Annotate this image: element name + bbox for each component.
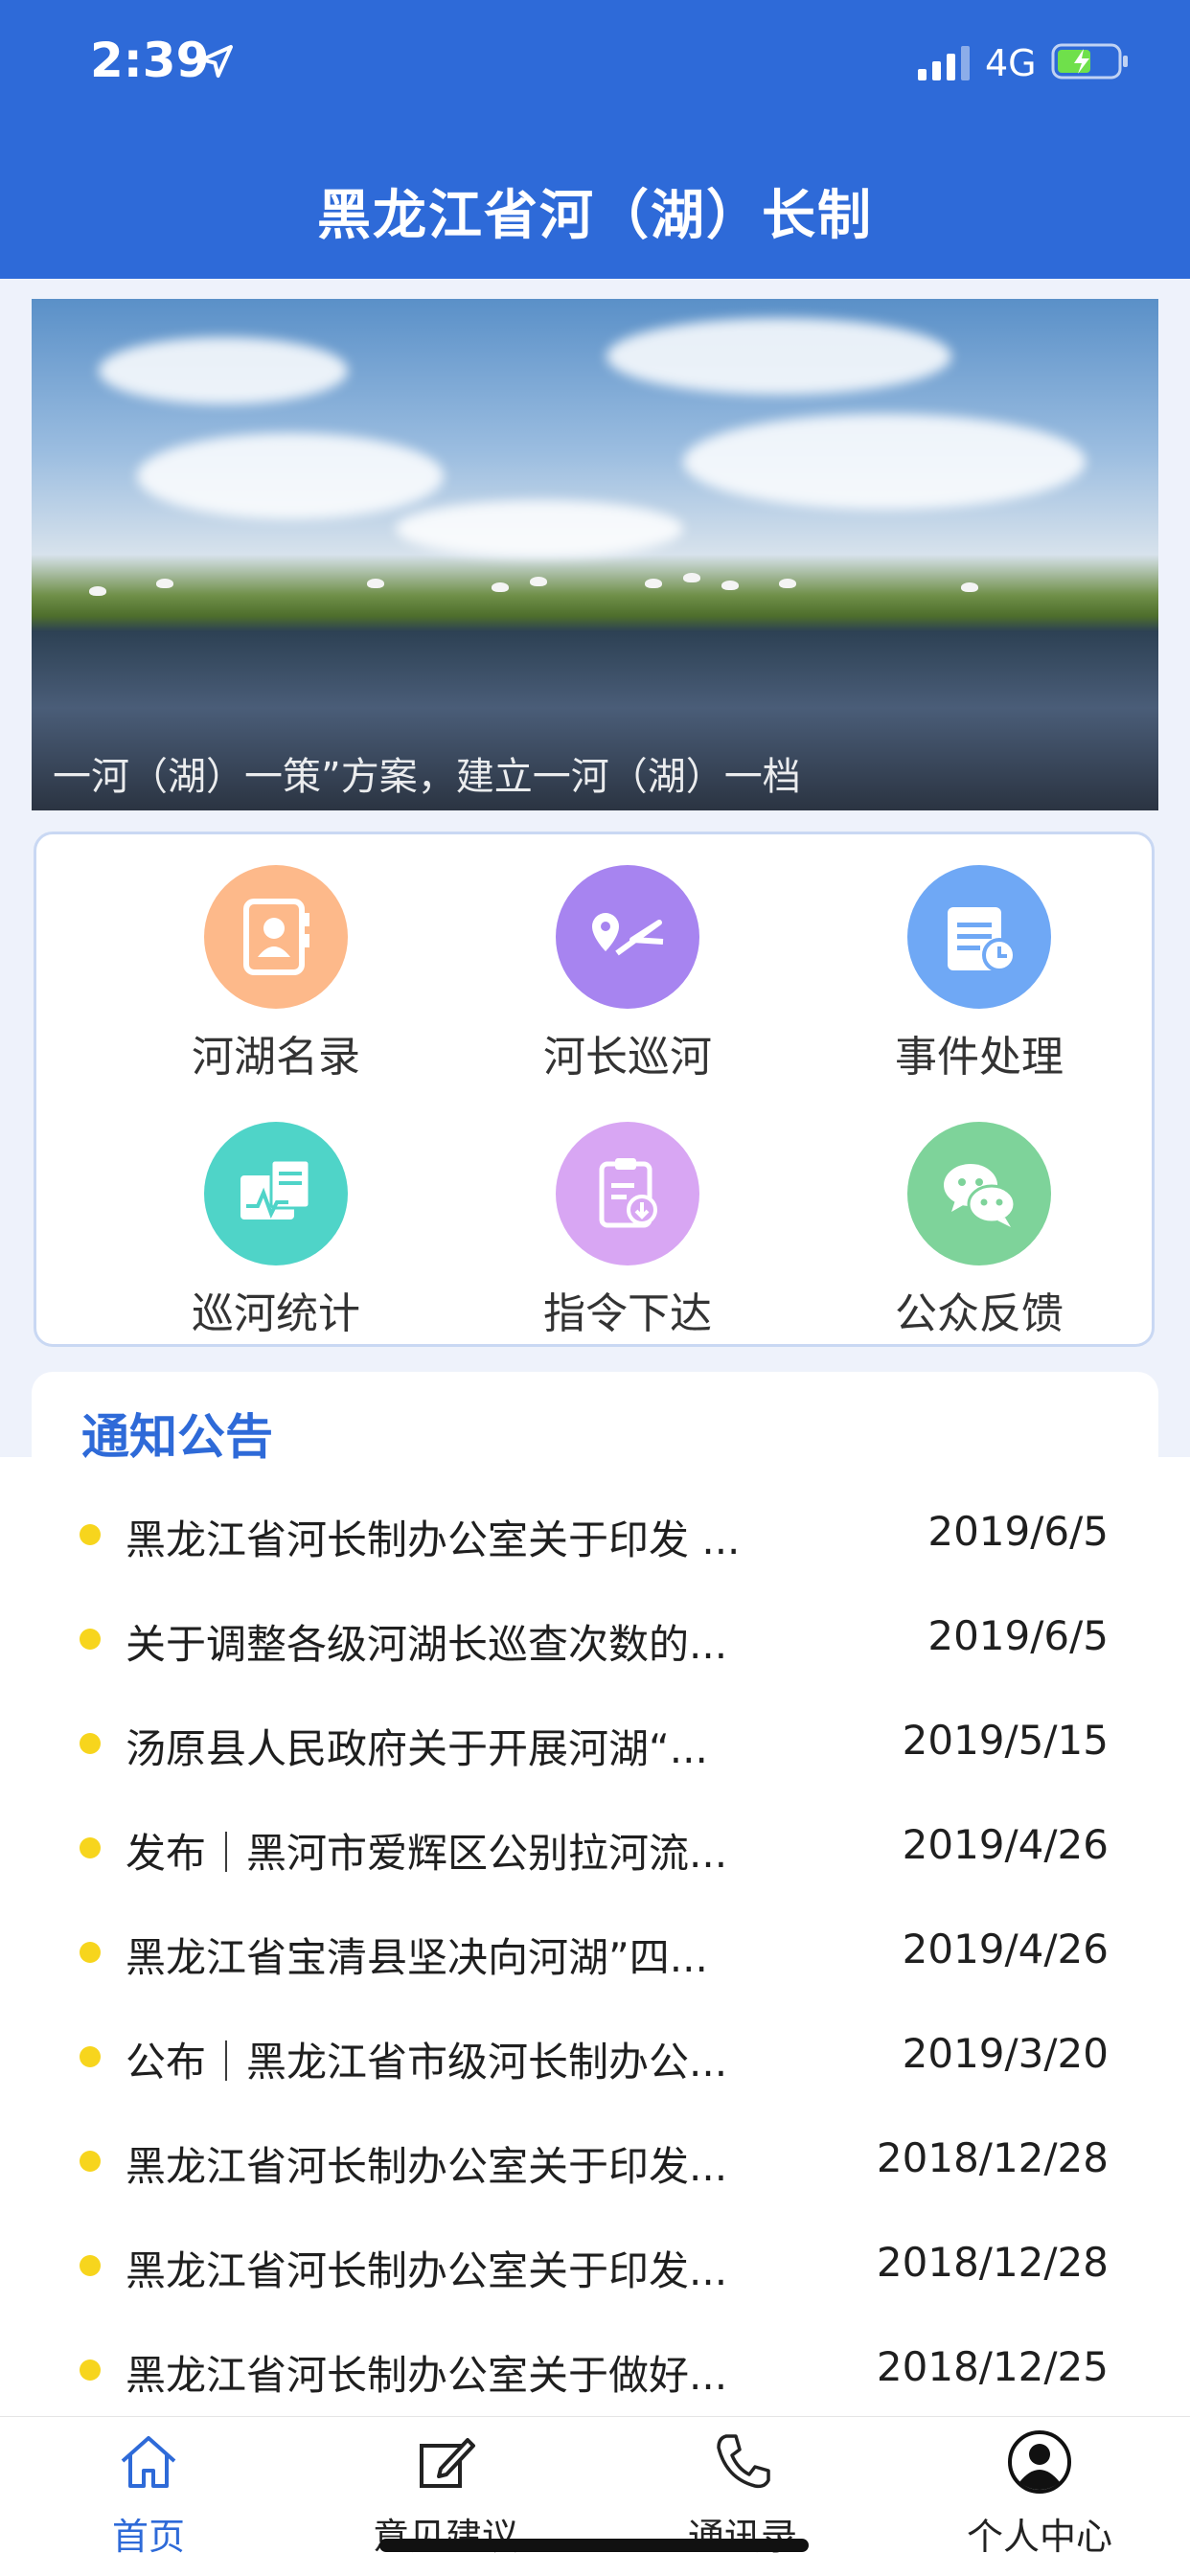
crane <box>367 579 384 588</box>
cloud <box>137 433 444 519</box>
crane <box>156 579 173 588</box>
phone-icon <box>717 2434 770 2489</box>
notice-date: 2019/5/15 <box>902 1717 1109 1764</box>
crane <box>721 581 739 590</box>
notice-text: 公布｜黑龙江省市级河长制办公... <box>126 2039 728 2086</box>
notice-text: 发布｜黑河市爱辉区公别拉河流... <box>126 1830 728 1877</box>
route-icon <box>556 865 699 1009</box>
notice-panel: 通知公告 黑龙江省河长制办公室关于印发 ... 2019/6/5 关于调整各级河… <box>32 1372 1158 2426</box>
menu-public-feedback[interactable]: 公众反馈 <box>835 1122 1123 1338</box>
wechat-icon <box>907 1122 1051 1265</box>
tab-profile[interactable]: 个人中心 <box>891 2428 1188 2560</box>
menu-patrol-statistics[interactable]: 巡河统计 <box>132 1122 420 1338</box>
app-header: 2:39 4G 黑龙江省河（湖）长制 <box>0 0 1190 279</box>
crane <box>645 579 662 588</box>
notice-text: 汤原县人民政府关于开展河湖“... <box>126 1725 708 1772</box>
notice-item[interactable]: 黑龙江省河长制办公室关于印发... 2018/12/28 <box>32 2117 1158 2203</box>
notice-text: 黑龙江省宝清县坚决向河湖”四... <box>126 1934 708 1981</box>
bullet-dot <box>80 1524 101 1545</box>
tab-label: 个人中心 <box>966 2516 1112 2558</box>
notice-item[interactable]: 黑龙江省河长制办公室关于做好... 2018/12/25 <box>32 2326 1158 2412</box>
cloud <box>683 414 1086 510</box>
notice-text: 黑龙江省河长制办公室关于做好... <box>126 2352 728 2399</box>
notice-item[interactable]: 黑龙江省河长制办公室关于印发... 2018/12/28 <box>32 2222 1158 2308</box>
bullet-dot <box>80 2255 101 2276</box>
menu-label: 河湖名录 <box>192 1033 360 1082</box>
bullet-dot <box>80 1733 101 1754</box>
notice-date: 2019/6/5 <box>927 1508 1109 1555</box>
banner-carousel[interactable]: 一河（湖）一策”方案，建立一河（湖）一档 <box>32 299 1158 810</box>
battery-icon <box>1051 43 1128 80</box>
menu-instruction-issue[interactable]: 指令下达 <box>484 1122 771 1338</box>
bullet-dot <box>80 1629 101 1650</box>
crane <box>530 577 547 586</box>
notice-item[interactable]: 发布｜黑河市爱辉区公别拉河流... 2019/4/26 <box>32 1804 1158 1890</box>
notice-date: 2018/12/25 <box>876 2343 1109 2390</box>
cloud <box>99 337 348 404</box>
notice-date: 2019/4/26 <box>902 1926 1109 1972</box>
notice-item[interactable]: 汤原县人民政府关于开展河湖“... 2019/5/15 <box>32 1699 1158 1786</box>
contacts-icon <box>204 865 348 1009</box>
notice-title: 通知公告 <box>81 1409 273 1465</box>
notice-text: 黑龙江省河长制办公室关于印发... <box>126 2143 728 2190</box>
bullet-dot <box>80 1942 101 1963</box>
instruction-icon <box>556 1122 699 1265</box>
notice-item[interactable]: 黑龙江省宝清县坚决向河湖”四... 2019/4/26 <box>32 1908 1158 1995</box>
notice-date: 2018/12/28 <box>876 2134 1109 2181</box>
cloud <box>396 500 683 558</box>
notice-text: 黑龙江省河长制办公室关于印发... <box>126 2247 728 2294</box>
crane <box>779 579 796 588</box>
tab-label: 首页 <box>111 2516 185 2558</box>
notice-text: 关于调整各级河湖长巡查次数的... <box>126 1621 728 1668</box>
location-arrow-icon <box>200 45 233 78</box>
notice-item[interactable]: 黑龙江省河长制办公室关于印发 ... 2019/6/5 <box>32 1491 1158 1577</box>
notice-date: 2018/12/28 <box>876 2239 1109 2286</box>
menu-event-handling[interactable]: 事件处理 <box>835 865 1123 1082</box>
network-type: 4G <box>985 42 1037 84</box>
bullet-dot <box>80 2046 101 2067</box>
notice-item[interactable]: 公布｜黑龙江省市级河长制办公... 2019/3/20 <box>32 2013 1158 2099</box>
signal-icon <box>918 46 970 80</box>
notice-date: 2019/4/26 <box>902 1821 1109 1868</box>
page-title: 黑龙江省河（湖）长制 <box>317 185 873 247</box>
edit-icon <box>420 2438 475 2488</box>
menu-river-lake-list[interactable]: 河湖名录 <box>132 865 420 1082</box>
notice-date: 2019/6/5 <box>927 1612 1109 1659</box>
bullet-dot <box>80 2151 101 2172</box>
user-icon <box>1008 2430 1071 2494</box>
crane <box>89 586 106 596</box>
menu-label: 指令下达 <box>543 1289 712 1338</box>
crane <box>492 582 509 592</box>
tab-home[interactable]: 首页 <box>0 2428 297 2560</box>
menu-label: 事件处理 <box>895 1033 1064 1082</box>
status-time: 2:39 <box>90 33 210 88</box>
home-indicator[interactable] <box>379 2539 809 2552</box>
menu-label: 公众反馈 <box>895 1289 1064 1338</box>
notice-item[interactable]: 关于调整各级河湖长巡查次数的... 2019/6/5 <box>32 1595 1158 1681</box>
statistics-icon <box>204 1122 348 1265</box>
home-icon <box>121 2436 176 2488</box>
menu-label: 巡河统计 <box>192 1289 360 1338</box>
crane <box>683 573 700 582</box>
crane <box>961 582 978 592</box>
menu-label: 河长巡河 <box>543 1033 712 1082</box>
notice-date: 2019/3/20 <box>902 2030 1109 2077</box>
cloud <box>606 318 951 395</box>
event-icon <box>907 865 1051 1009</box>
banner-caption: 一河（湖）一策”方案，建立一河（湖）一档 <box>53 755 801 799</box>
notice-text: 黑龙江省河长制办公室关于印发 ... <box>126 1516 741 1563</box>
menu-river-patrol[interactable]: 河长巡河 <box>484 865 771 1082</box>
function-menu: 河湖名录 河长巡河 事件处理 巡河统计 指令下达 公众反馈 <box>34 832 1155 1347</box>
bullet-dot <box>80 2359 101 2381</box>
bullet-dot <box>80 1837 101 1858</box>
